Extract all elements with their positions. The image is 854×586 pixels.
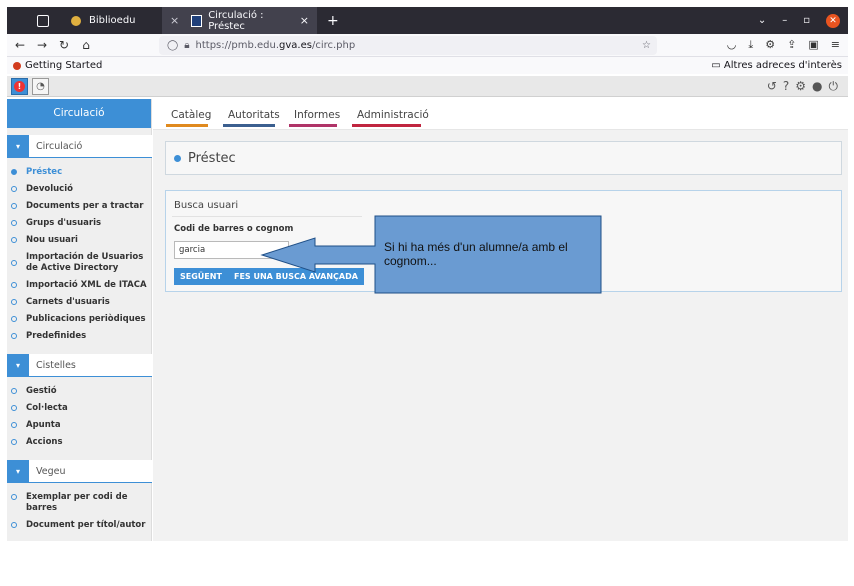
callout-text: Si hi ha més d'un alumne/a amb el cognom… (384, 240, 568, 268)
callout-annotation (260, 215, 602, 294)
